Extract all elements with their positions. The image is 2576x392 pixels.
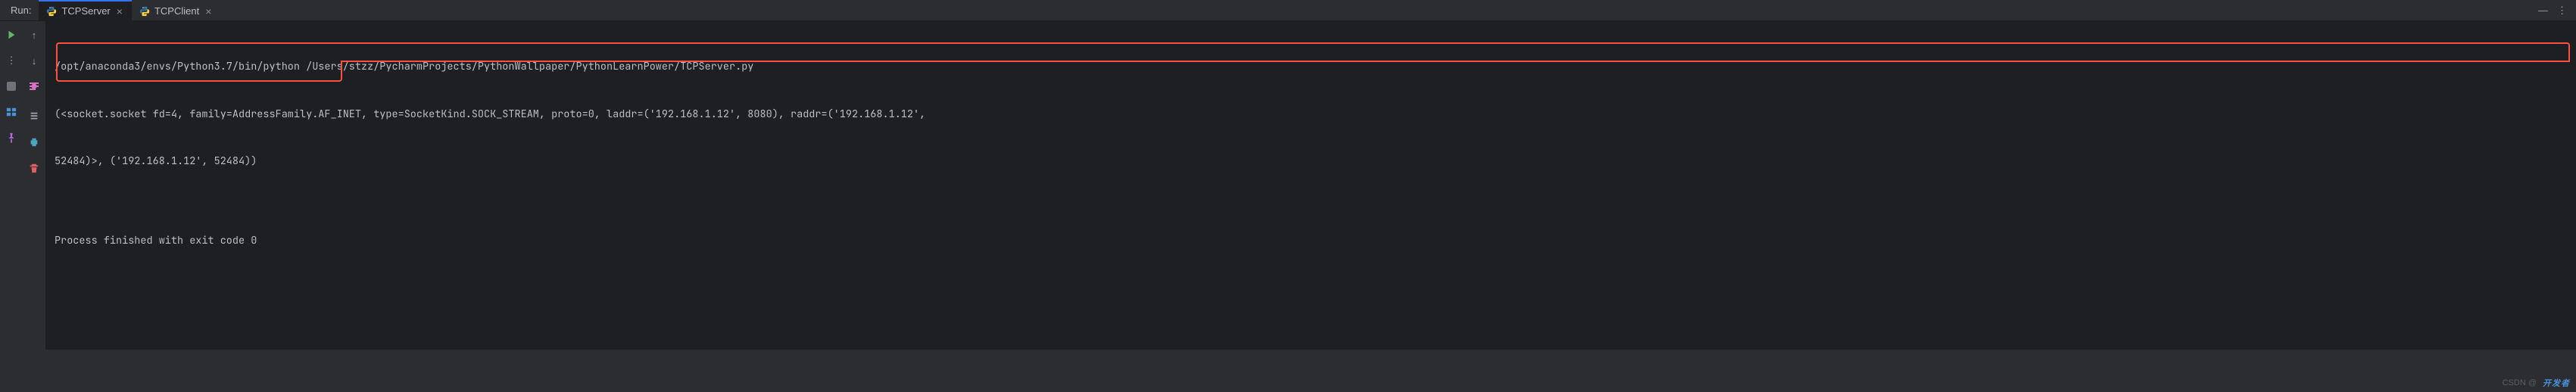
soft-wrap-button[interactable] [27, 79, 42, 94]
console-output[interactable]: /opt/anaconda3/envs/Python3.7/bin/python… [45, 21, 2576, 350]
console-line: (<socket.socket fd=4, family=AddressFami… [55, 107, 2567, 123]
scroll-up-button[interactable]: ↑ [27, 27, 42, 42]
more-actions-button[interactable]: ⋮ [4, 53, 19, 68]
console-line: 52484)>, ('192.168.1.12', 52484)) [55, 154, 2567, 170]
run-toolbar-primary: ⋮ [0, 21, 23, 350]
minimize-icon[interactable]: — [2538, 5, 2548, 16]
tab-tcpclient[interactable]: TCPClient × [132, 0, 220, 20]
run-toolbar-secondary: ↑ ↓ [23, 21, 45, 350]
python-file-icon [46, 6, 57, 17]
console-line: /opt/anaconda3/envs/Python3.7/bin/python… [55, 59, 2567, 75]
layout-button[interactable] [4, 104, 19, 120]
close-icon[interactable]: × [115, 6, 124, 17]
console-line: Process finished with exit code 0 [55, 233, 2567, 249]
clear-all-button[interactable] [27, 160, 42, 176]
scroll-down-button[interactable]: ↓ [27, 53, 42, 68]
tab-label: TCPServer [61, 5, 110, 17]
python-file-icon [139, 6, 150, 17]
tab-label: TCPClient [154, 5, 199, 17]
stop-button[interactable] [4, 79, 19, 94]
close-icon[interactable]: × [204, 6, 213, 17]
pin-button[interactable] [4, 130, 19, 145]
watermark-brand: 开发者 [2543, 377, 2570, 389]
run-label: Run: [0, 5, 39, 16]
run-panel-body: ⋮ ↑ ↓ /opt/anaconda3/envs/Python3.7/bin/… [0, 21, 2576, 350]
watermark: CSDN @ 开发者 [2503, 377, 2570, 389]
scroll-to-end-button[interactable] [27, 109, 42, 124]
run-panel-header: Run: TCPServer × TCPClient × — ⋮ [0, 0, 2576, 21]
panel-header-actions: — ⋮ [2538, 5, 2576, 17]
print-button[interactable] [27, 135, 42, 150]
tab-tcpserver[interactable]: TCPServer × [39, 0, 131, 20]
run-tabs: TCPServer × TCPClient × [39, 0, 220, 20]
watermark-csdn: CSDN @ [2503, 378, 2537, 387]
more-icon[interactable]: ⋮ [2557, 5, 2567, 17]
rerun-button[interactable] [4, 27, 19, 42]
